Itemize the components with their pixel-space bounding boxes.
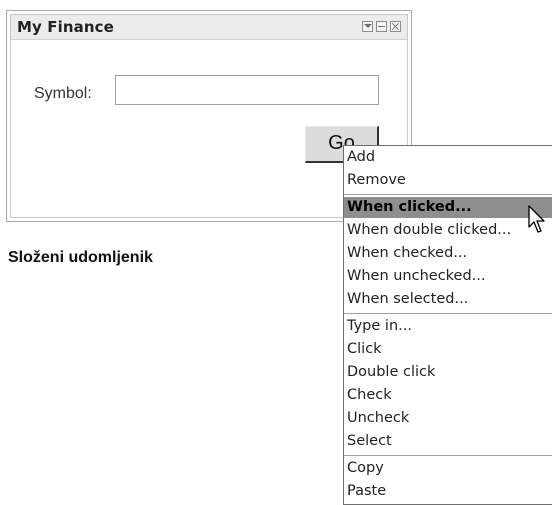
title-icons [362,21,401,32]
menu-item[interactable]: Paste [344,481,552,502]
close-icon[interactable] [390,21,401,32]
menu-item[interactable]: Select [344,431,552,452]
widget-title: My Finance [17,18,114,36]
menu-item[interactable]: Uncheck [344,408,552,429]
menu-item[interactable]: When checked... [344,243,552,264]
menu-item[interactable]: Copy [344,458,552,479]
minimize-icon[interactable] [376,21,387,32]
menu-item[interactable]: Add [344,147,552,168]
menu-item[interactable]: Check [344,385,552,406]
menu-item[interactable]: Double click [344,362,552,383]
menu-separator [344,313,552,314]
context-menu: Add Remove When clicked... When double clic… [343,145,552,505]
menu-item[interactable]: When selected... [344,289,552,310]
menu-item[interactable]: Type in... [344,316,552,337]
menu-item[interactable]: When double clicked... [344,220,552,241]
menu-item[interactable]: Remove [344,170,552,191]
menu-item[interactable]: Click [344,339,552,360]
menu-item[interactable]: When unchecked... [344,266,552,287]
menu-separator [344,194,552,195]
menu-item[interactable]: When clicked... [344,197,552,218]
dropdown-icon[interactable] [362,21,373,32]
caption: Složeni udomljenik [8,249,153,266]
symbol-label: Symbol: [34,85,92,102]
widget-titlebar: My Finance [11,15,407,40]
menu-separator [344,455,552,456]
symbol-input[interactable] [115,75,379,105]
